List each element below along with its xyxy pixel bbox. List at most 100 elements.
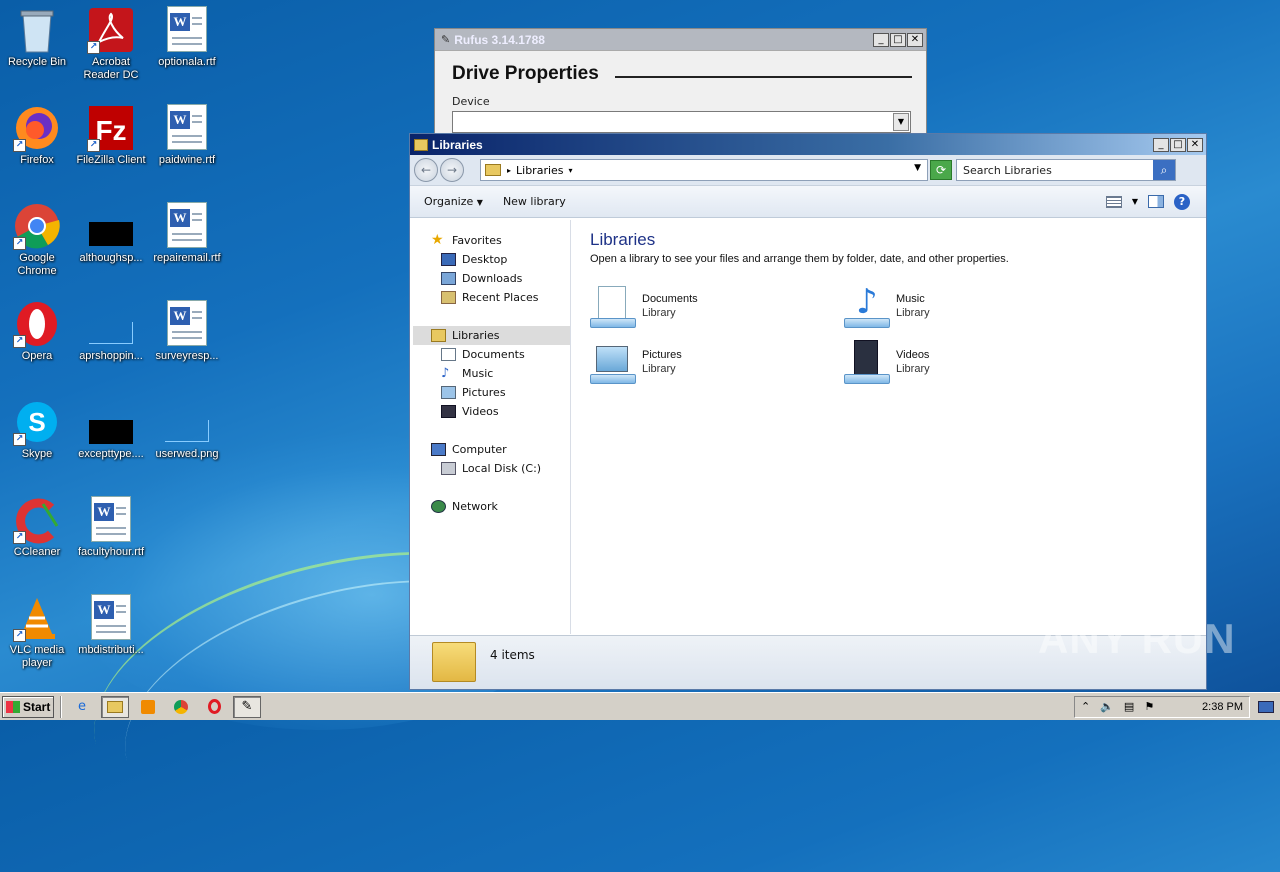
new-library-button[interactable]: New library <box>503 195 566 208</box>
desktop-icon-label: Acrobat Reader DC <box>83 56 139 81</box>
show-desktop-icon[interactable] <box>1258 700 1274 713</box>
item-count: 4 items <box>490 648 535 662</box>
desktop-icon-excepttype[interactable]: excepttype.... <box>74 398 148 461</box>
close-button[interactable]: ✕ <box>907 32 923 47</box>
network-icon <box>431 500 446 513</box>
desktop-icon-label: Firefox <box>20 154 54 166</box>
nav-favorites[interactable]: ★ Favorites <box>431 233 502 247</box>
refresh-button[interactable]: ⟳ <box>930 160 952 180</box>
chevron-down-icon[interactable]: ▼ <box>893 113 909 131</box>
breadcrumb-chevron-icon[interactable]: ▸ <box>507 166 511 175</box>
library-videos[interactable]: Videos Library <box>844 340 930 384</box>
nav-label: Downloads <box>462 272 523 285</box>
desktop-icon-repairemail[interactable]: W repairemail.rtf <box>150 202 224 265</box>
rufus-title: Rufus 3.14.1788 <box>454 32 545 47</box>
chevron-down-icon[interactable]: ▼ <box>914 163 921 173</box>
desktop-icon-acrobat[interactable]: ↗ Acrobat Reader DC <box>74 6 148 82</box>
start-button[interactable]: Start <box>2 695 54 718</box>
network-tray-icon[interactable]: ▤ <box>1124 700 1134 713</box>
nav-recent-places[interactable]: Recent Places <box>441 291 539 304</box>
close-button[interactable]: ✕ <box>1187 137 1203 152</box>
desktop-icon-firefox[interactable]: ↗ Firefox <box>0 104 74 167</box>
taskbar: Start e ✎ ⌃ 🔈 ▤ ⚑ 2:38 PM <box>0 692 1280 720</box>
svg-text:S: S <box>28 407 45 437</box>
desktop-icon-filezilla[interactable]: Fz ↗ FileZilla Client <box>74 104 148 167</box>
device-select[interactable]: ▼ <box>452 111 911 133</box>
desktop-icon-opera[interactable]: ↗ Opera <box>0 300 74 363</box>
desktop-icon-userwed[interactable]: userwed.png <box>150 398 224 461</box>
nav-desktop[interactable]: Desktop <box>441 253 507 266</box>
explorer-taskbar-icon[interactable] <box>101 695 129 718</box>
svg-text:Fz: Fz <box>95 115 126 146</box>
minimize-button[interactable]: _ <box>873 32 889 47</box>
nav-libraries[interactable]: Libraries <box>431 329 500 342</box>
volume-icon[interactable]: 🔈 <box>1100 700 1114 713</box>
clock[interactable]: 2:38 PM <box>1202 701 1243 713</box>
desktop-icon-aprshoppin[interactable]: aprshoppin... <box>74 300 148 363</box>
libraries-folder-icon <box>414 138 428 151</box>
nav-downloads[interactable]: Downloads <box>441 272 522 285</box>
help-icon[interactable]: ? <box>1174 193 1190 210</box>
search-input[interactable]: Search Libraries ⌕ <box>956 159 1176 181</box>
nav-label: Libraries <box>452 329 500 342</box>
organize-label: Organize <box>424 195 474 208</box>
library-pictures[interactable]: Pictures Library <box>590 340 682 384</box>
pictures-library-icon <box>590 340 636 384</box>
desktop-icon-facultyhour[interactable]: W facultyhour.rtf <box>74 496 148 559</box>
desktop-icon-optionala[interactable]: W optionala.rtf <box>150 6 224 69</box>
desktop-icon-skype[interactable]: S ↗ Skype <box>0 398 74 461</box>
desktop-icon-althoughsp[interactable]: althoughsp... <box>74 202 148 265</box>
word-doc-icon: W <box>163 6 211 54</box>
maximize-button[interactable]: □ <box>1170 137 1186 152</box>
desktop-icon-recycle-bin[interactable]: Recycle Bin <box>0 6 74 69</box>
breadcrumb-libraries[interactable]: Libraries <box>516 164 564 177</box>
opera-taskbar-icon[interactable] <box>200 696 228 718</box>
nav-music[interactable]: ♪ Music <box>441 367 493 380</box>
explorer-titlebar[interactable]: Libraries _ □ ✕ <box>410 134 1206 155</box>
media-player-icon[interactable] <box>134 696 162 718</box>
minimize-button[interactable]: _ <box>1153 137 1169 152</box>
nav-network[interactable]: Network <box>431 500 498 513</box>
nav-local-disk[interactable]: Local Disk (C:) <box>441 462 541 475</box>
preview-pane-icon[interactable] <box>1148 195 1164 208</box>
navigation-pane: ★ Favorites Desktop Downloads Recent Pla… <box>413 220 571 634</box>
desktop-icon-label: FileZilla Client <box>76 154 146 166</box>
library-name: Music <box>896 293 925 305</box>
library-name: Videos <box>896 349 930 361</box>
chevron-down-icon[interactable]: ▼ <box>1132 197 1138 206</box>
library-type: Library <box>896 363 930 375</box>
back-button[interactable]: ← <box>414 158 438 182</box>
action-center-flag-icon[interactable]: ⚑ <box>1144 700 1154 713</box>
rufus-taskbar-icon[interactable]: ✎ <box>233 695 261 718</box>
address-bar[interactable]: ▸ Libraries ▾ ▼ <box>480 159 928 181</box>
recent-places-icon <box>441 291 456 304</box>
desktop-icon-label: excepttype.... <box>78 448 144 460</box>
breadcrumb-chevron-icon[interactable]: ▾ <box>569 166 573 175</box>
libraries-heading: Libraries <box>590 230 656 249</box>
chrome-taskbar-icon[interactable] <box>167 696 195 718</box>
library-documents[interactable]: Documents Library <box>590 284 698 328</box>
library-type: Library <box>642 363 676 375</box>
internet-explorer-icon[interactable]: e <box>68 696 96 718</box>
nav-label: Computer <box>452 443 507 456</box>
nav-computer[interactable]: Computer <box>431 443 507 456</box>
organize-button[interactable]: Organize ▼ <box>424 195 483 208</box>
change-view-icon[interactable] <box>1105 195 1122 208</box>
desktop-icon-chrome[interactable]: ↗ Google Chrome <box>0 202 74 278</box>
nav-documents[interactable]: Documents <box>441 348 525 361</box>
rufus-titlebar[interactable]: ✎ Rufus 3.14.1788 _ □ ✕ <box>435 29 926 51</box>
desktop-icon-mbdistributi[interactable]: W mbdistributi... <box>74 594 148 657</box>
desktop-icon-paidwine[interactable]: W paidwine.rtf <box>150 104 224 167</box>
desktop-icon-ccleaner[interactable]: ↗ CCleaner <box>0 496 74 559</box>
nav-videos[interactable]: Videos <box>441 405 499 418</box>
nav-pictures[interactable]: Pictures <box>441 386 506 399</box>
maximize-button[interactable]: □ <box>890 32 906 47</box>
desktop-icon <box>441 253 456 266</box>
tray-expand-icon[interactable]: ⌃ <box>1081 700 1090 713</box>
explorer-title: Libraries <box>432 137 483 152</box>
library-music[interactable]: ♪ Music Library <box>844 284 930 328</box>
desktop-icon-surveyresp[interactable]: W surveyresp... <box>150 300 224 363</box>
search-icon[interactable]: ⌕ <box>1153 160 1175 180</box>
desktop-icon-vlc[interactable]: ↗ VLC media player <box>0 594 74 670</box>
forward-button[interactable]: → <box>440 158 464 182</box>
